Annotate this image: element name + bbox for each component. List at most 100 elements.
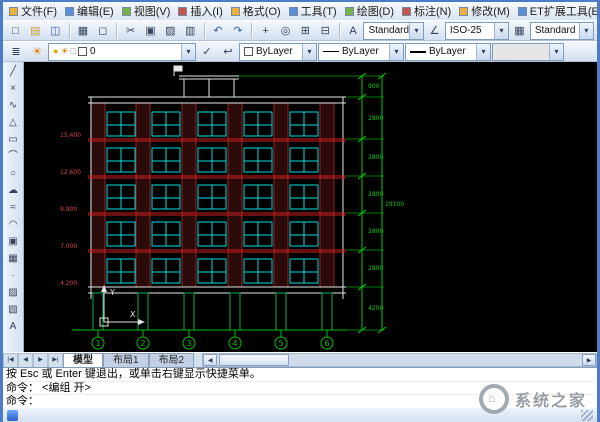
circle-icon[interactable]: ○ [4, 165, 23, 182]
ellipse-icon[interactable]: ◠ [4, 216, 23, 233]
menu-edit[interactable]: 编辑(E) [61, 2, 118, 20]
menu-express-tools[interactable]: ET扩展工具(E) [514, 2, 597, 20]
menu-dimension[interactable]: 标注(N) [398, 2, 455, 20]
main-area: ╱ × ∿ △ ▭ ⌒ ○ ☁ ≈ ◠ ▣ ▦ · ▨ ▧ A 1 2 3 4 … [3, 62, 597, 352]
revision-cloud-icon[interactable]: ☁ [4, 182, 23, 199]
menu-modify[interactable]: 修改(M) [455, 2, 514, 20]
status-app-icon[interactable] [7, 409, 18, 421]
draw-toolbar: ╱ × ∿ △ ▭ ⌒ ○ ☁ ≈ ◠ ▣ ▦ · ▨ ▧ A [3, 62, 24, 352]
polygon-icon[interactable]: △ [4, 114, 23, 131]
menu-icon [344, 6, 354, 16]
rectangle-icon[interactable]: ▭ [4, 131, 23, 148]
horizontal-scrollbar[interactable]: ◀ ▶ [202, 353, 597, 367]
separator [116, 22, 118, 39]
plot-icon[interactable]: ▦ [74, 22, 93, 40]
make-block-icon[interactable]: ▦ [4, 250, 23, 267]
copy-icon[interactable]: ▣ [141, 22, 160, 40]
separator [338, 22, 340, 39]
scrollbar-thumb[interactable] [219, 354, 290, 366]
save-icon[interactable]: ◫ [46, 22, 65, 40]
elevation-value: 12.600 [60, 169, 81, 176]
make-layer-current-icon[interactable]: ✓ [197, 43, 217, 61]
layer-states-icon[interactable]: ☀ [27, 43, 47, 61]
redo-icon[interactable]: ↷ [228, 22, 247, 40]
menu-format[interactable]: 格式(O) [227, 2, 285, 20]
tab-layout2[interactable]: 布局2 [148, 353, 195, 367]
menu-file[interactable]: 文件(F) [5, 2, 61, 20]
plot-preview-icon[interactable]: ◻ [93, 22, 112, 40]
table-style-combo[interactable]: Standard ▾ [529, 21, 594, 40]
text-style-combo[interactable]: Standard ▾ [363, 21, 425, 40]
chevron-down-icon[interactable]: ▾ [409, 22, 424, 39]
menu-insert[interactable]: 插入(I) [174, 2, 226, 20]
undo-icon[interactable]: ↶ [209, 22, 228, 40]
menu-icon [178, 6, 188, 16]
dimension-value: 2800 [368, 228, 383, 235]
region-icon[interactable]: ▧ [4, 301, 23, 318]
scroll-left-icon[interactable]: ◀ [203, 354, 218, 366]
chevron-down-icon[interactable]: ▾ [389, 43, 403, 60]
menu-tools[interactable]: 工具(T) [285, 2, 341, 20]
linetype-combo[interactable]: ByLayer ▾ [318, 42, 404, 61]
polyline-icon[interactable]: ∿ [4, 97, 23, 114]
app-window: 文件(F) 编辑(E) 视图(V) 插入(I) 格式(O) 工具(T) 绘图(D… [0, 0, 600, 422]
properties-toolbar: ≣ ☀ ● ☀ □ 0 ▾ ✓ ↩ ByLayer ▾ ByLayer ▾ By… [3, 41, 597, 62]
scroll-right-icon[interactable]: ▶ [582, 354, 596, 366]
cut-icon[interactable]: ✂ [121, 22, 140, 40]
table-style-icon[interactable]: ▦ [510, 22, 529, 40]
zoom-window-icon[interactable]: ⊞ [296, 22, 315, 40]
pan-icon[interactable]: + [256, 22, 275, 40]
insert-block-icon[interactable]: ▣ [4, 233, 23, 250]
combo-value: Standard [534, 25, 576, 36]
combo-value: ByLayer [342, 46, 379, 57]
axis-grid: 1 2 3 4 5 6 [91, 330, 334, 350]
last-tab-icon[interactable]: ▶| [48, 353, 63, 367]
ground-floor [72, 292, 362, 331]
line-icon[interactable]: ╱ [4, 63, 23, 80]
layer-combo[interactable]: ● ☀ □ 0 ▾ [48, 42, 196, 61]
drawing-canvas[interactable]: 1 2 3 4 5 6 900 2800 2800 2800 2800 2800… [24, 62, 597, 352]
text-style-icon[interactable]: A [344, 22, 363, 40]
match-properties-icon[interactable]: ▥ [181, 22, 200, 40]
point-icon[interactable]: · [4, 267, 23, 284]
first-tab-icon[interactable]: |◀ [3, 353, 18, 367]
dim-style-combo[interactable]: ISO-25 ▾ [444, 21, 509, 40]
construction-line-icon[interactable]: × [4, 80, 23, 97]
menu-view[interactable]: 视图(V) [118, 2, 175, 20]
menu-icon [459, 6, 469, 16]
chevron-down-icon[interactable]: ▾ [181, 43, 195, 60]
layer-previous-icon[interactable]: ↩ [218, 43, 238, 61]
lineweight-combo[interactable]: ByLayer ▾ [405, 42, 491, 61]
menu-label: 绘图(D) [356, 6, 394, 18]
hatch-icon[interactable]: ▨ [4, 284, 23, 301]
dim-style-icon[interactable]: ∠ [425, 22, 444, 40]
arc-icon[interactable]: ⌒ [4, 148, 23, 165]
spline-icon[interactable]: ≈ [4, 199, 23, 216]
menu-label: 编辑(E) [77, 6, 114, 18]
paste-icon[interactable]: ▨ [161, 22, 180, 40]
zoom-realtime-icon[interactable]: ◎ [276, 22, 295, 40]
tab-layout1[interactable]: 布局1 [103, 353, 149, 367]
tab-model[interactable]: 模型 [63, 353, 103, 367]
zoom-previous-icon[interactable]: ⊟ [316, 22, 335, 40]
new-icon[interactable]: □ [6, 22, 25, 40]
next-tab-icon[interactable]: ▶ [33, 353, 48, 367]
chevron-down-icon[interactable]: ▾ [302, 43, 316, 60]
axis-label: 5 [278, 339, 283, 348]
previous-tab-icon[interactable]: ◀ [18, 353, 33, 367]
chevron-down-icon[interactable]: ▾ [578, 22, 593, 39]
color-combo[interactable]: ByLayer ▾ [239, 42, 317, 61]
chevron-down-icon[interactable]: ▾ [493, 22, 508, 39]
chevron-down-icon: ▾ [549, 43, 563, 60]
layer-properties-icon[interactable]: ≣ [6, 43, 26, 61]
elevation-drawing: 1 2 3 4 5 6 900 2800 2800 2800 2800 2800… [60, 65, 404, 350]
multiline-text-icon[interactable]: A [4, 318, 23, 335]
scrollbar-track[interactable] [289, 354, 582, 366]
dimension-value: 2800 [368, 191, 383, 198]
menu-icon [402, 6, 411, 16]
menu-label: 文件(F) [21, 6, 58, 18]
open-icon[interactable]: ▤ [26, 22, 45, 40]
menu-bar: 文件(F) 编辑(E) 视图(V) 插入(I) 格式(O) 工具(T) 绘图(D… [3, 2, 597, 20]
menu-draw[interactable]: 绘图(D) [341, 2, 398, 20]
chevron-down-icon[interactable]: ▾ [476, 43, 490, 60]
